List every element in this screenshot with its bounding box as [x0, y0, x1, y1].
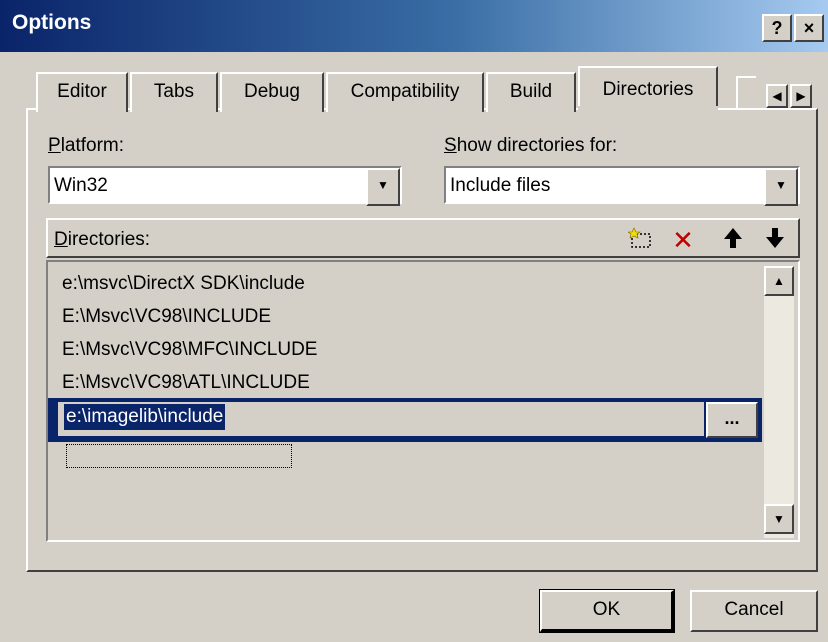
close-button[interactable]: × — [794, 14, 824, 42]
arrow-up-glyph — [724, 228, 742, 248]
chevron-left-icon: ◀ — [772, 89, 782, 103]
active-tab-joint — [578, 106, 718, 112]
chevron-down-icon: ▼ — [773, 512, 785, 526]
list-item[interactable]: E:\Msvc\VC98\INCLUDE — [62, 301, 271, 332]
list-item[interactable]: E:\Msvc\VC98\MFC\INCLUDE — [62, 334, 317, 365]
help-button[interactable]: ? — [762, 14, 792, 42]
list-item[interactable]: E:\Msvc\VC98\ATL\INCLUDE — [62, 367, 310, 398]
platform-combo[interactable]: Win32 ▼ — [48, 166, 402, 206]
directory-edit-input[interactable]: e:\imagelib\include — [58, 402, 704, 436]
chevron-up-icon: ▲ — [773, 274, 785, 288]
scroll-down-button[interactable]: ▼ — [764, 504, 794, 534]
vertical-scrollbar[interactable]: ▲ ▼ — [764, 266, 794, 538]
chevron-down-icon: ▼ — [377, 178, 389, 192]
new-folder-icon[interactable] — [626, 226, 656, 254]
arrow-down-icon[interactable] — [760, 226, 790, 254]
cancel-button[interactable]: Cancel — [690, 590, 818, 632]
tab-editor[interactable]: Editor — [36, 72, 128, 112]
tab-partial — [736, 76, 756, 108]
tab-debug[interactable]: Debug — [220, 72, 324, 112]
directories-label: Directories: — [54, 229, 151, 250]
show-for-combo[interactable]: Include files ▼ — [444, 166, 800, 206]
show-for-dropdown-button[interactable]: ▼ — [764, 168, 798, 206]
new-folder-glyph — [627, 227, 651, 248]
tab-scroll-left[interactable]: ◀ — [766, 84, 788, 108]
arrow-down-glyph — [766, 228, 784, 248]
title-bar[interactable]: Options ? × — [0, 0, 828, 52]
editing-row[interactable]: e:\imagelib\include ... — [48, 398, 762, 442]
directory-edit-value[interactable]: e:\imagelib\include — [64, 404, 226, 430]
arrow-up-icon[interactable] — [718, 226, 748, 254]
tab-build[interactable]: Build — [486, 72, 576, 112]
chevron-right-icon: ▶ — [796, 89, 806, 103]
chevron-down-icon: ▼ — [775, 178, 787, 192]
tab-compatibility[interactable]: Compatibility — [326, 72, 484, 112]
tab-tabs[interactable]: Tabs — [130, 72, 218, 112]
list-item[interactable]: e:\msvc\DirectX SDK\include — [62, 268, 305, 299]
window-title: Options — [12, 11, 92, 34]
scroll-up-button[interactable]: ▲ — [764, 266, 794, 296]
browse-button[interactable]: ... — [706, 402, 758, 438]
delete-x-icon[interactable]: ✕ — [668, 226, 698, 254]
show-for-value: Include files — [450, 175, 551, 196]
ok-button[interactable]: OK — [539, 589, 675, 633]
directories-list[interactable]: e:\msvc\DirectX SDK\include E:\Msvc\VC98… — [46, 260, 800, 542]
platform-label: Platform: — [48, 135, 125, 156]
platform-value: Win32 — [54, 175, 108, 196]
show-for-label: Show directories for: — [444, 135, 618, 156]
platform-dropdown-button[interactable]: ▼ — [366, 168, 400, 206]
directories-header: Directories: ✕ — [46, 218, 800, 258]
new-entry-slot[interactable] — [66, 444, 292, 468]
tab-scroll-right[interactable]: ▶ — [790, 84, 812, 108]
